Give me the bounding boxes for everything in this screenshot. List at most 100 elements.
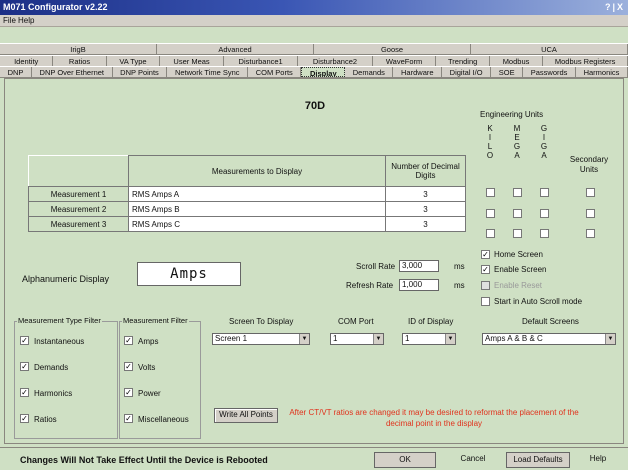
tab-network-time-sync[interactable]: Network Time Sync (167, 67, 249, 77)
power-label: Power (138, 389, 161, 398)
tab-trending[interactable]: Trending (436, 56, 490, 66)
kilo-column-label: KILO (486, 124, 494, 160)
measurement-1-digits[interactable]: 3 (385, 186, 466, 202)
tab-demands[interactable]: Demands (345, 67, 394, 77)
ratios-checkbox[interactable]: ✓ (20, 414, 29, 423)
measurement-2-value[interactable]: RMS Amps B (128, 201, 386, 217)
menu-file[interactable]: File (3, 15, 16, 27)
harmonics-checkbox[interactable]: ✓ (20, 388, 29, 397)
demands-checkbox[interactable]: ✓ (20, 362, 29, 371)
tab-hardware[interactable]: Hardware (393, 67, 443, 77)
id-of-display-select[interactable]: 1 ▼ (402, 333, 456, 345)
chevron-down-icon[interactable]: ▼ (445, 334, 455, 344)
tab-identity[interactable]: Identity (0, 56, 54, 66)
device-title: 70D (304, 100, 326, 112)
tab-passwords[interactable]: Passwords (523, 67, 576, 77)
auto-scroll-label: Start in Auto Scroll mode (494, 297, 583, 306)
measurement-2-digits[interactable]: 3 (385, 201, 466, 217)
alphanumeric-display-label: Alphanumeric Display (22, 274, 110, 284)
giga-checkbox-1[interactable] (540, 188, 549, 197)
secondary-units-label: Secondary Units (569, 155, 609, 174)
tab-user-meas[interactable]: User Meas (160, 56, 224, 66)
mega-checkbox-1[interactable] (513, 188, 522, 197)
warning-message: After CT/VT ratios are changed it may be… (289, 408, 579, 428)
miscellaneous-checkbox[interactable]: ✓ (124, 414, 133, 423)
tab-va-type[interactable]: VA Type (107, 56, 161, 66)
refresh-rate-input[interactable]: 1,000 (399, 279, 439, 291)
ratios-label: Ratios (34, 415, 57, 424)
instantaneous-checkbox[interactable]: ✓ (20, 336, 29, 345)
ok-button[interactable]: OK (374, 452, 436, 468)
load-defaults-button[interactable]: Load Defaults (506, 452, 570, 468)
demands-label: Demands (34, 363, 69, 372)
chevron-down-icon[interactable]: ▼ (299, 334, 309, 344)
giga-checkbox-2[interactable] (540, 209, 549, 218)
tab-soe[interactable]: SOE (491, 67, 524, 77)
giga-checkbox-3[interactable] (540, 229, 549, 238)
measurement-filter-title: Measurement Filter (122, 316, 189, 325)
help-button[interactable]: Help (574, 452, 622, 468)
default-screens-label: Default Screens (522, 317, 579, 326)
screen-to-display-select[interactable]: Screen 1 ▼ (212, 333, 310, 345)
kilo-checkbox-3[interactable] (486, 229, 495, 238)
alphanumeric-display-field[interactable]: Amps (137, 262, 241, 286)
enable-reset-label: Enable Reset (494, 281, 543, 290)
tab-disturbance2[interactable]: Disturbance2 (298, 56, 373, 66)
mega-checkbox-3[interactable] (513, 229, 522, 238)
refresh-rate-unit: ms (454, 281, 465, 290)
secondary-checkbox-2[interactable] (586, 209, 595, 218)
tab-digital-i-o[interactable]: Digital I/O (442, 67, 492, 77)
tab-dnp[interactable]: DNP (0, 67, 32, 77)
giga-column-label: GIGA (540, 124, 548, 160)
tab-modbus[interactable]: Modbus (490, 56, 544, 66)
write-all-points-button[interactable]: Write All Points (214, 408, 278, 423)
tab-ratios[interactable]: Ratios (53, 56, 107, 66)
tab-waveform[interactable]: WaveForm (373, 56, 437, 66)
tab-dnp-points[interactable]: DNP Points (113, 67, 168, 77)
table-row: Measurement 3 RMS Amps C 3 (28, 216, 466, 232)
tab-harmonics[interactable]: Harmonics (576, 67, 628, 77)
table-row: Measurement 2 RMS Amps B 3 (28, 201, 466, 217)
scroll-rate-input[interactable]: 3,000 (399, 260, 439, 272)
measurement-3-value[interactable]: RMS Amps C (128, 216, 386, 232)
menu-bar: File Help (0, 15, 628, 27)
tab-dnp-over-ethernet[interactable]: DNP Over Ethernet (32, 67, 113, 77)
volts-label: Volts (138, 363, 156, 372)
kilo-checkbox-1[interactable] (486, 188, 495, 197)
measurement-type-filter-title: Measurement Type Filter (17, 316, 102, 325)
enable-screen-checkbox[interactable]: ✓ (481, 265, 490, 274)
chevron-down-icon[interactable]: ▼ (373, 334, 383, 344)
amps-checkbox[interactable]: ✓ (124, 336, 133, 345)
measurement-1-value[interactable]: RMS Amps A (128, 186, 386, 202)
home-screen-checkbox[interactable]: ✓ (481, 250, 490, 259)
cancel-button[interactable]: Cancel (448, 452, 498, 468)
secondary-checkbox-3[interactable] (586, 229, 595, 238)
secondary-checkbox-1[interactable] (586, 188, 595, 197)
mega-checkbox-2[interactable] (513, 209, 522, 218)
tab-disturbance1[interactable]: Disturbance1 (224, 56, 299, 66)
id-of-display-label: ID of Display (408, 317, 454, 326)
auto-scroll-checkbox[interactable] (481, 297, 490, 306)
tab-advanced[interactable]: Advanced (157, 44, 314, 54)
default-screens-select[interactable]: Amps A & B & C ▼ (482, 333, 616, 345)
tab-display[interactable]: Display (301, 67, 346, 77)
instantaneous-label: Instantaneous (34, 337, 85, 346)
window-controls[interactable]: ?|X (605, 0, 625, 15)
power-checkbox[interactable]: ✓ (124, 388, 133, 397)
tab-com-ports[interactable]: COM Ports (248, 67, 302, 77)
volts-checkbox[interactable]: ✓ (124, 362, 133, 371)
tab-goose[interactable]: Goose (314, 44, 471, 54)
chevron-down-icon[interactable]: ▼ (605, 334, 615, 344)
tab-modbus-registers[interactable]: Modbus Registers (543, 56, 628, 66)
scroll-rate-label: Scroll Rate (356, 262, 396, 271)
menu-help[interactable]: Help (18, 15, 34, 27)
tab-irigb[interactable]: IrigB (0, 44, 157, 54)
com-port-select[interactable]: 1 ▼ (330, 333, 384, 345)
measurements-table: Measurements to Display Number of Decima… (28, 155, 466, 232)
measurement-2-label: Measurement 2 (28, 201, 129, 217)
kilo-checkbox-2[interactable] (486, 209, 495, 218)
title-bar: M071 Configurator v2.22 ?|X (0, 0, 628, 15)
enable-reset-checkbox[interactable] (481, 281, 490, 290)
tab-uca[interactable]: UCA (471, 44, 628, 54)
measurement-3-digits[interactable]: 3 (385, 216, 466, 232)
